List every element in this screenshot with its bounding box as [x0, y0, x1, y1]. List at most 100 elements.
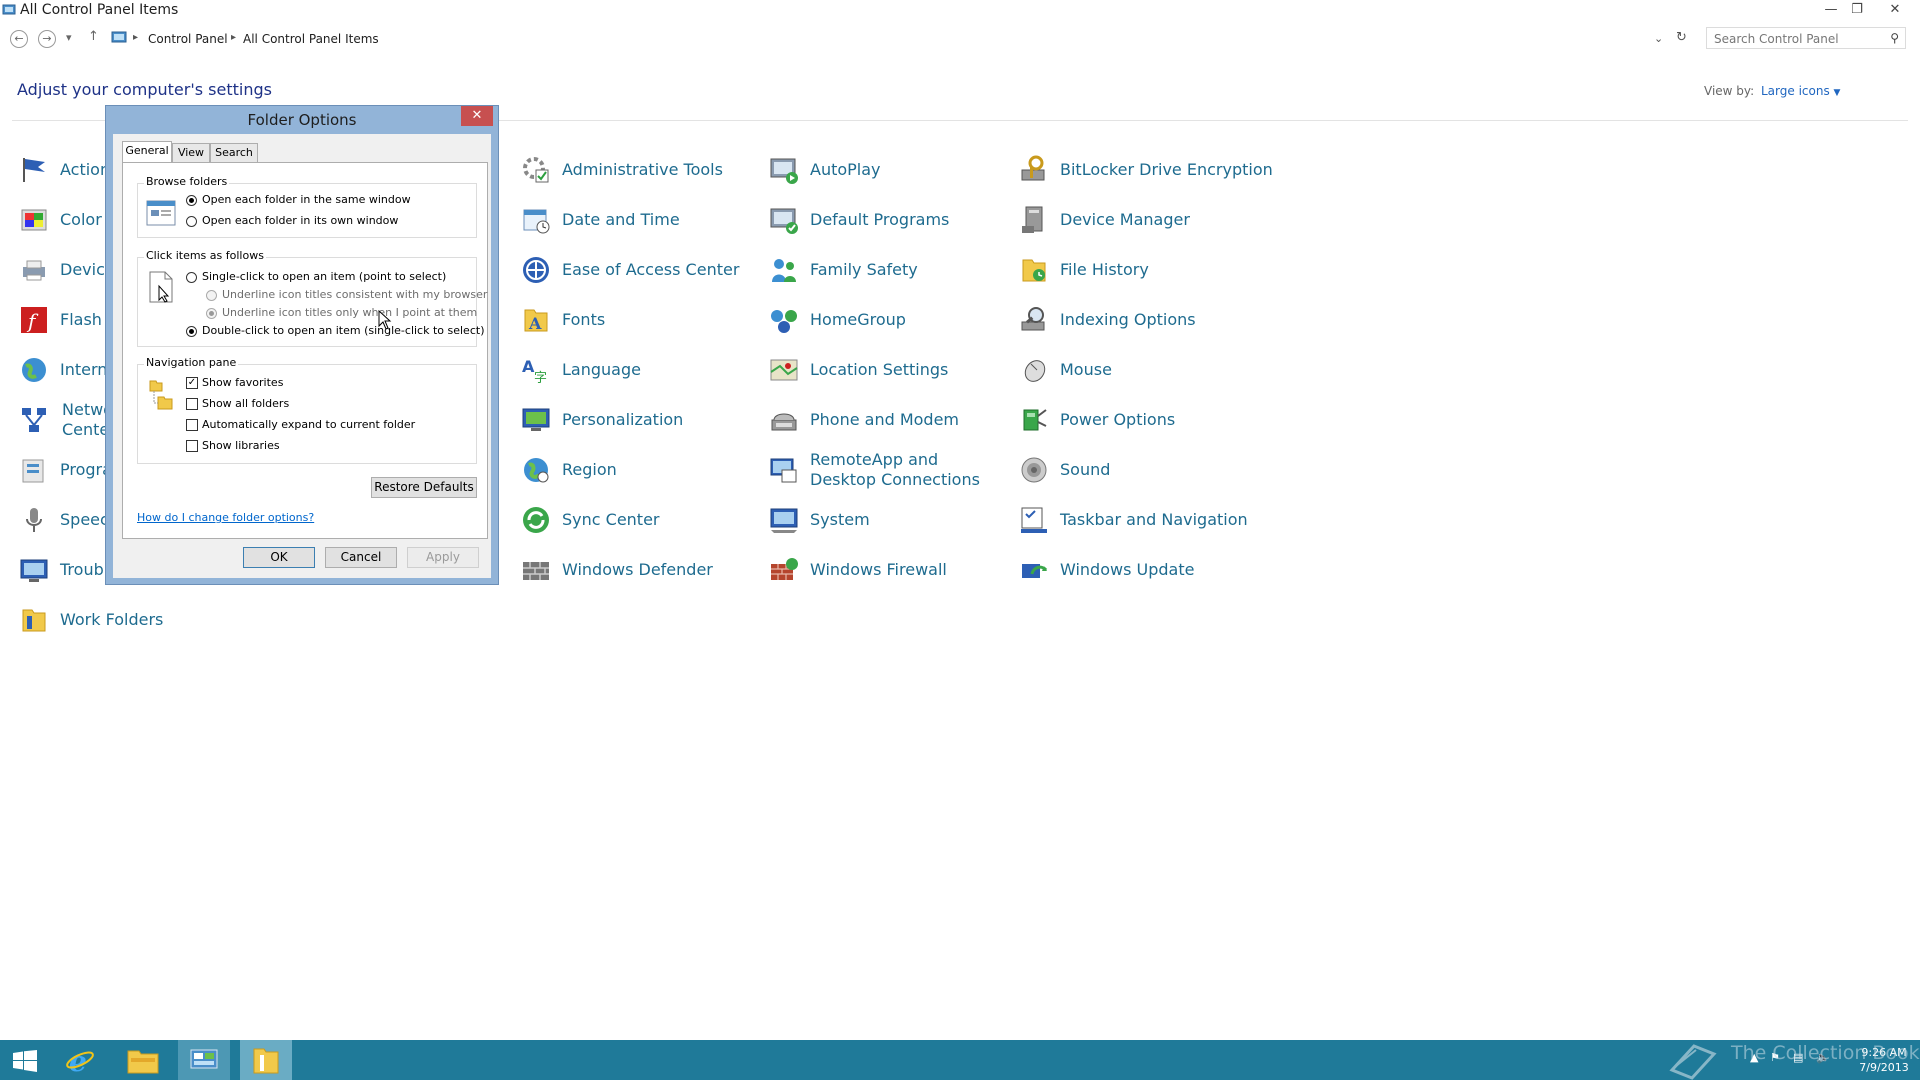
address-dropdown-chevron-icon[interactable]: ⌄ — [1654, 32, 1663, 45]
taskbar-control-panel[interactable] — [178, 1040, 230, 1080]
microphone-icon — [26, 508, 42, 532]
cp-item-taskbar-navigation[interactable]: Taskbar and Navigation — [1018, 500, 1263, 540]
network-icon — [22, 408, 46, 432]
cp-item-windows-firewall[interactable]: Windows Firewall — [768, 550, 1013, 590]
restore-defaults-button[interactable]: Restore Defaults — [371, 477, 477, 498]
cp-item-region[interactable]: Region — [520, 450, 765, 490]
auto-expand-label: Automatically expand to current folder — [202, 418, 416, 431]
cp-item-ease-of-access[interactable]: Ease of Access Center — [520, 250, 765, 290]
cp-item-mouse[interactable]: Mouse — [1018, 350, 1263, 390]
open-same-window-label: Open each folder in the same window — [202, 193, 411, 206]
control-panel-icon — [190, 1049, 218, 1069]
cp-item-bitlocker[interactable]: BitLocker Drive Encryption — [1018, 150, 1273, 190]
tab-general[interactable]: General — [122, 141, 172, 163]
cp-item-default-programs[interactable]: Default Programs — [768, 200, 1013, 240]
apply-button[interactable]: Apply — [407, 547, 479, 568]
region-globe-icon — [524, 458, 549, 483]
cancel-button[interactable]: Cancel — [325, 547, 397, 568]
homegroup-icon — [771, 310, 797, 333]
refresh-icon[interactable]: ↻ — [1676, 30, 1687, 45]
cp-item-label: Mouse — [1060, 360, 1112, 379]
search-placeholder: Search Control Panel — [1714, 32, 1839, 46]
minimize-button[interactable]: — — [1818, 0, 1844, 20]
up-button[interactable]: ↑ — [88, 29, 99, 44]
breadcrumb-separator-icon: ▸ — [133, 32, 139, 43]
cp-item-power-options[interactable]: Power Options — [1018, 400, 1263, 440]
administrative-tools-icon — [523, 157, 549, 183]
cp-item-date-time[interactable]: Date and Time — [520, 200, 765, 240]
checkbox-show-libraries[interactable] — [186, 440, 198, 452]
back-button[interactable]: ← — [10, 30, 28, 48]
cp-item-location-settings[interactable]: Location Settings — [768, 350, 1013, 390]
programs-icon — [22, 459, 44, 483]
dialog-title: Folder Options — [247, 111, 357, 129]
radio-underline-point[interactable] — [206, 308, 217, 319]
cp-item-windows-defender[interactable]: Windows Defender — [520, 550, 765, 590]
cp-item-device-manager[interactable]: Device Manager — [1018, 200, 1263, 240]
breadcrumb[interactable]: ▸ Control Panel ▸ All Control Panel Item… — [111, 27, 1704, 51]
cp-item-personalization[interactable]: Personalization — [520, 400, 765, 440]
cp-item-label: Power Options — [1060, 410, 1176, 429]
start-button[interactable] — [0, 1040, 52, 1080]
cp-item-indexing-options[interactable]: Indexing Options — [1018, 300, 1263, 340]
search-input[interactable]: Search Control Panel ⚲ — [1706, 27, 1906, 49]
cp-item-work-folders[interactable]: Work Folders — [18, 600, 263, 640]
cp-item-label: Device Manager — [1060, 210, 1190, 229]
browse-window-icon — [146, 200, 176, 226]
system-icon — [770, 508, 798, 533]
breadcrumb-control-panel[interactable]: Control Panel — [148, 32, 228, 46]
show-all-folders-label: Show all folders — [202, 397, 290, 410]
radio-open-own-window[interactable] — [186, 216, 197, 227]
checkbox-show-favorites[interactable]: ✓ — [186, 377, 198, 389]
cp-item-homegroup[interactable]: HomeGroup — [768, 300, 1013, 340]
search-icon[interactable]: ⚲ — [1890, 31, 1899, 45]
restore-button[interactable]: ❐ — [1844, 0, 1870, 20]
troubleshooting-icon — [20, 559, 48, 582]
checkbox-auto-expand[interactable] — [186, 419, 198, 431]
radio-single-click[interactable] — [186, 272, 197, 283]
cp-item-sync-center[interactable]: Sync Center — [520, 500, 765, 540]
cp-item-label: Windows Defender — [562, 560, 713, 579]
dialog-close-button[interactable]: ✕ — [461, 106, 493, 126]
folder-options-dialog: Folder Options ✕ General View Search Bro… — [105, 105, 499, 585]
cp-item-windows-update[interactable]: Windows Update — [1018, 550, 1263, 590]
taskbar-internet-explorer[interactable]: e — [54, 1040, 106, 1080]
cp-item-language[interactable]: A字 Language — [520, 350, 765, 390]
radio-open-same-window[interactable] — [186, 195, 197, 206]
view-by-dropdown[interactable]: Large icons ▼ — [1761, 84, 1840, 98]
folder-tree-icon — [149, 380, 173, 410]
cp-item-label: Indexing Options — [1060, 310, 1196, 329]
cp-item-fonts[interactable]: A Fonts — [520, 300, 765, 340]
tab-view[interactable]: View — [172, 143, 210, 163]
breadcrumb-all-items[interactable]: All Control Panel Items — [243, 32, 379, 46]
recent-locations-chevron-icon[interactable]: ▾ — [66, 31, 72, 44]
radio-underline-browser[interactable] — [206, 290, 217, 301]
cp-item-system[interactable]: System — [768, 500, 1013, 540]
cp-item-label: Color — [60, 210, 102, 229]
dialog-body: General View Search Browse folders Open … — [113, 134, 491, 578]
view-by-label: View by: — [1704, 84, 1755, 98]
cp-item-file-history[interactable]: File History — [1018, 250, 1263, 290]
cp-item-label: HomeGroup — [810, 310, 906, 329]
cp-item-autoplay[interactable]: AutoPlay — [768, 150, 1013, 190]
remoteapp-icon — [770, 458, 797, 483]
cp-item-family-safety[interactable]: Family Safety — [768, 250, 1013, 290]
cp-item-administrative-tools[interactable]: Administrative Tools — [520, 150, 765, 190]
cp-item-remoteapp[interactable]: RemoteApp and Desktop Connections — [768, 450, 1013, 490]
cp-item-sound[interactable]: Sound — [1018, 450, 1263, 490]
close-window-button[interactable]: ✕ — [1872, 0, 1918, 20]
forward-button[interactable]: → — [38, 30, 56, 48]
radio-double-click[interactable] — [186, 326, 197, 337]
ok-button[interactable]: OK — [243, 547, 315, 568]
checkbox-show-all-folders[interactable] — [186, 398, 198, 410]
taskbar-folder-options[interactable] — [240, 1040, 292, 1080]
power-options-icon — [1023, 409, 1047, 431]
taskbar-file-explorer[interactable] — [117, 1040, 169, 1080]
tab-search[interactable]: Search — [210, 143, 258, 163]
firewall-icon — [771, 558, 798, 580]
location-icon — [770, 359, 798, 381]
windows-logo-icon — [13, 1050, 37, 1072]
help-link[interactable]: How do I change folder options? — [137, 511, 314, 524]
cp-item-phone-modem[interactable]: Phone and Modem — [768, 400, 1013, 440]
indexing-icon — [1021, 307, 1045, 331]
